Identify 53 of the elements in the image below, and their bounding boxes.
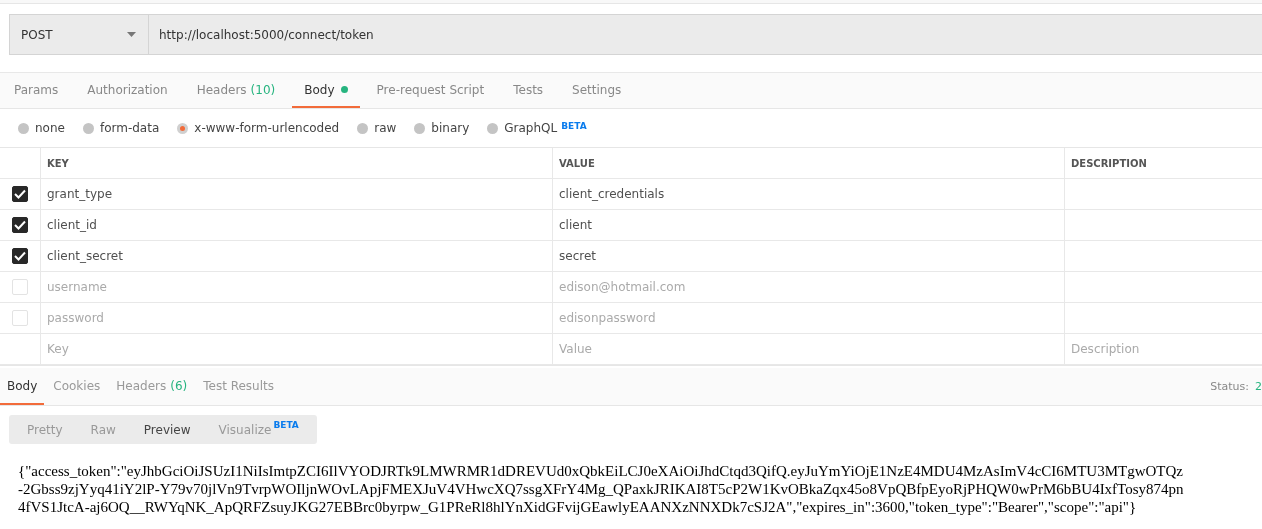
request-tab[interactable]: Pre-request Script [364,73,497,108]
request-tab[interactable]: Headers (10) [184,73,288,108]
request-tab[interactable]: Tests [501,73,556,108]
key-cell[interactable]: password [41,303,553,333]
column-header: VALUE [553,148,1065,178]
value-cell[interactable]: edisonpassword [553,303,1065,333]
count-label: (10) [250,82,276,97]
radio-button[interactable] [18,122,29,134]
radio-button[interactable] [357,122,369,134]
column-header: KEY [41,148,553,178]
checkbox[interactable] [12,186,28,202]
response-tab[interactable]: Cookies [46,368,108,405]
response-tab[interactable]: Test Results [196,368,281,405]
radio-button[interactable] [414,122,426,134]
format-tab[interactable]: Pretty [13,415,77,444]
format-tab[interactable]: Preview [129,415,205,444]
radio-button[interactable] [82,122,94,134]
response-text: -2Gbss9zjYyq41iY2lP-Y79v70jlVn9TvrpWOIljnWOvLApjFMEXJuV4VHwcXQ7ssgXFrY4Mg_QPaxkJRIKAI8T5cP2W1KvOBkaZqx45o8VpQBfpEyoRjPHQW0wPrM6bBU4IxfTosy874pn [18,480,1184,498]
response-text: 4fVS1JtcA-aj6OQ__RWYqNK_ApQRFZsuyJKG27EBBrc0byrpw_G1PReRl8hlYnXidGFvijGEawlyEAANXzNNXDk7cSJ2A","expires_in":3600,"token_type":"Bearer","scope":"api"} [18,498,1137,516]
radio-label[interactable]: form-data [99,121,160,135]
description-input[interactable]: Description [1065,334,1262,364]
value-cell[interactable]: edison@hotmail.com [553,272,1065,302]
response-text: {"access_token":"eyJhbGciOiJSUzI1NiIsImtpZCI6IlVYODJRTk9LMWRMR1dDREVUd0xQbkEiLCJ0eXAiOiJhdCtqd3QifQ.eyJuYmYiOjE1NzE4MDU4MzAsImV4cCI6MTU3MTgwOTQz [18,462,1183,480]
key-input[interactable]: Key [41,334,553,364]
beta-label: BETA [561,121,587,131]
count-label: (6) [170,378,188,393]
radio-label[interactable]: none [35,121,65,135]
value-cell[interactable]: client [553,210,1065,240]
response-tab[interactable]: Headers (6) [109,368,195,405]
format-tab[interactable]: Raw [76,415,130,444]
response-tab[interactable]: Body [0,368,45,405]
key-cell[interactable]: client_id [41,210,553,240]
radio-label[interactable]: binary [431,121,470,135]
request-tab[interactable]: Settings [560,73,634,108]
radio-button[interactable] [487,122,499,134]
key-cell[interactable]: grant_type [41,179,553,209]
key-cell[interactable]: username [41,272,553,302]
value-input[interactable]: Value [553,334,1065,364]
radio-label[interactable]: GraphQL [504,121,558,135]
radio-label[interactable]: raw [374,121,397,135]
key-cell[interactable]: client_secret [41,241,553,271]
request-tab[interactable]: Params [2,73,71,108]
request-tab[interactable]: Authorization [75,73,180,108]
checkbox[interactable] [12,248,28,264]
radio-label[interactable]: x-www-form-urlencoded [194,121,340,135]
status-label: Status: [1210,380,1249,393]
status-code: 2 [1255,380,1262,393]
value-cell[interactable]: secret [553,241,1065,271]
radio-button[interactable] [177,122,189,134]
format-tab[interactable]: Visualize $^{BETA}$ [204,415,313,444]
column-header: DESCRIPTION [1070,156,1148,171]
checkbox[interactable] [12,217,28,233]
value-cell[interactable]: client_credentials [553,179,1065,209]
